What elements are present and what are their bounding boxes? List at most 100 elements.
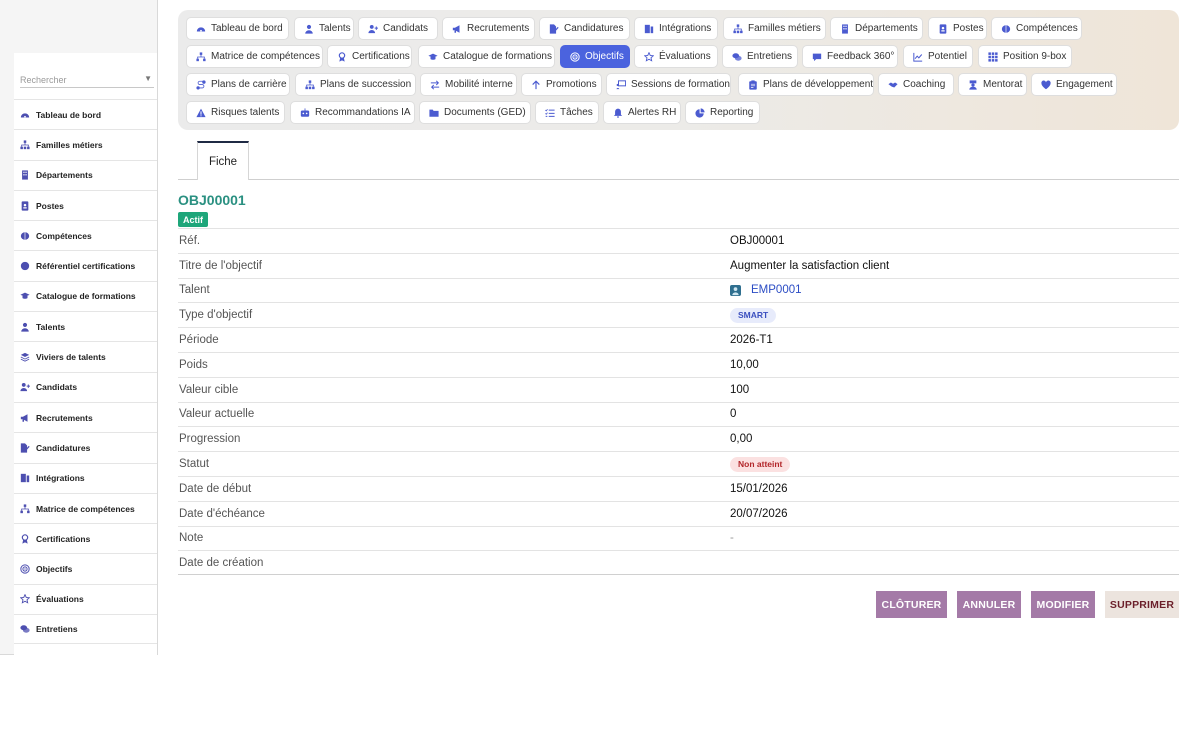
field-label: Date de création [179, 556, 264, 569]
nav-item-7[interactable]: Départements [830, 17, 923, 40]
sidebar-item-14[interactable]: Certifications [14, 523, 157, 553]
sidebar-item-15[interactable]: Objectifs [14, 553, 157, 583]
nav-item-15[interactable]: Entretiens [722, 45, 798, 68]
sidebar-item-12[interactable]: Intégrations [14, 462, 157, 493]
nav-item-26[interactable]: Mentorat [958, 73, 1027, 96]
chat-icon [732, 51, 742, 62]
modifier-button[interactable]: MODIFIER [1031, 591, 1095, 618]
sidebar-item-13[interactable]: Matrice de compétences [14, 492, 157, 523]
sidebar-item-7[interactable]: Talents [14, 311, 157, 341]
robot-icon [300, 107, 310, 118]
sidebar-item-10[interactable]: Recrutements [14, 401, 157, 432]
nav-item-1[interactable]: Talents [294, 17, 354, 40]
sidebar-item-2[interactable]: Départements [14, 159, 157, 190]
nav-item-6[interactable]: Familles métiers [723, 17, 826, 40]
certificate-icon [20, 261, 30, 271]
nav-item-14[interactable]: Évaluations [634, 45, 718, 68]
field-label: Valeur cible [179, 383, 239, 396]
nav-item-22[interactable]: Promotions [521, 73, 602, 96]
field-row: Titre de l'objectif Augmenter la satisfac… [178, 252, 1179, 278]
nav-item-28[interactable]: Risques talents [186, 101, 285, 124]
nav-item-11[interactable]: Certifications [327, 45, 412, 68]
nav-item-8[interactable]: Postes [928, 17, 987, 40]
nav-item-24[interactable]: Plans de développement [738, 73, 874, 96]
nav-item-0[interactable]: Tableau de bord [186, 17, 289, 40]
user-plus-icon [20, 382, 30, 392]
nav-item-2[interactable]: Candidats [358, 17, 438, 40]
sidebar-item-label: Départements [36, 170, 93, 181]
nav-item-16[interactable]: Feedback 360° [802, 45, 898, 68]
status-badge: Non atteint [730, 456, 791, 472]
sidebar-item-label: Catalogue de formations [36, 291, 136, 302]
nav-item-5[interactable]: Intégrations [634, 17, 718, 40]
sidebar-item-9[interactable]: Candidats [14, 371, 157, 402]
nav-item-12[interactable]: Catalogue de formations [418, 45, 555, 68]
nav-item-23[interactable]: Sessions de formation [606, 73, 731, 96]
sidebar-item-label: Évaluations [36, 594, 84, 605]
sidebar-search[interactable]: ▼ [20, 70, 154, 89]
building-icon [20, 170, 30, 180]
nav-item-label: Intégrations [659, 23, 712, 34]
nav-item-29[interactable]: Recommandations IA [290, 101, 415, 124]
talent-link[interactable]: EMP0001 [751, 284, 802, 296]
nav-item-20[interactable]: Plans de succession [295, 73, 416, 96]
nav-item-9[interactable]: Compétences [991, 17, 1082, 40]
nav-item-21[interactable]: Mobilité interne [420, 73, 517, 96]
nav-item-10[interactable]: Matrice de compétences [186, 45, 323, 68]
mentor-icon [968, 79, 978, 90]
tab-fiche[interactable]: Fiche [197, 141, 249, 180]
nav-item-25[interactable]: Coaching [878, 73, 954, 96]
sidebar-item-label: Entretiens [36, 624, 78, 635]
nav-item-label: Recrutements [467, 23, 530, 34]
chevron-down-icon[interactable]: ▼ [144, 74, 152, 83]
nav-item-label: Risques talents [211, 107, 280, 118]
nav-item-17[interactable]: Potentiel [903, 45, 973, 68]
field-row: Date de début 15/01/2026 [178, 475, 1179, 501]
nav-item-label: Talents [319, 23, 351, 34]
nav-item-label: Engagement [1056, 79, 1113, 90]
app-root: ▼ Tableau de bord Familles métiers Départe… [0, 0, 1200, 743]
field-row: Type d'objectif SMART [178, 302, 1179, 327]
user-plus-icon [368, 23, 378, 34]
nav-item-33[interactable]: Reporting [685, 101, 760, 124]
megaphone-icon [20, 413, 30, 423]
nav-item-4[interactable]: Candidatures [539, 17, 630, 40]
talent-avatar-icon [730, 284, 741, 296]
nav-item-27[interactable]: Engagement [1031, 73, 1117, 96]
nav-item-label: Alertes RH [628, 107, 677, 118]
nav-item-18[interactable]: Position 9-box [978, 45, 1072, 68]
comment-icon [812, 51, 822, 62]
sidebar-item-17[interactable]: Entretiens [14, 614, 157, 645]
sidebar-item-4[interactable]: Compétences [14, 220, 157, 250]
sidebar-item-5[interactable]: Référentiel certifications [14, 250, 157, 280]
sidebar-item-0[interactable]: Tableau de bord [14, 99, 157, 129]
sidebar-item-1[interactable]: Familles métiers [14, 129, 157, 159]
exchange-icon [430, 79, 440, 90]
nav-item-19[interactable]: Plans de carrière [186, 73, 290, 96]
nav-item-label: Plans de carrière [211, 79, 287, 90]
supprimer-button[interactable]: SUPPRIMER [1105, 591, 1179, 618]
nav-item-13[interactable]: Objectifs [560, 45, 630, 68]
sidebar-item-label: Candidatures [36, 442, 91, 453]
nav-item-3[interactable]: Recrutements [442, 17, 535, 40]
sidebar-search-input[interactable] [20, 71, 138, 89]
target-icon [20, 564, 30, 574]
building-icon [840, 23, 850, 34]
tab-bar: Fiche [178, 141, 1179, 180]
field-row: Réf. OBJ00001 [178, 228, 1179, 253]
nav-item-31[interactable]: Tâches [535, 101, 599, 124]
sidebar-item-3[interactable]: Postes [14, 189, 157, 220]
nav-item-30[interactable]: Documents (GED) [419, 101, 531, 124]
warning-icon [196, 107, 206, 118]
sidebar-item-8[interactable]: Viviers de talents [14, 341, 157, 371]
sidebar-item-6[interactable]: Catalogue de formations [14, 280, 157, 311]
nav-item-label: Matrice de compétences [211, 51, 320, 62]
cloturer-button[interactable]: CLÔTURER [876, 591, 947, 618]
field-row: Valeur actuelle 0 [178, 401, 1179, 427]
sidebar-item-11[interactable]: Candidatures [14, 432, 157, 462]
nav-item-label: Coaching [903, 79, 946, 90]
nav-item-32[interactable]: Alertes RH [603, 101, 681, 124]
sidebar-item-16[interactable]: Évaluations [14, 583, 157, 614]
door-icon [20, 473, 30, 483]
annuler-button[interactable]: ANNULER [957, 591, 1021, 618]
